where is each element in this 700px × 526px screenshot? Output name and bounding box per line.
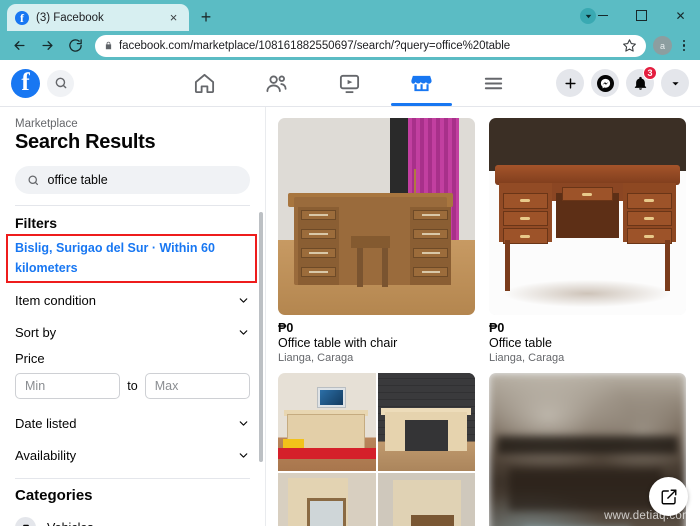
filter-date-listed[interactable]: Date listed bbox=[15, 410, 250, 437]
filter-item-condition-label: Item condition bbox=[15, 293, 96, 308]
create-plus-button[interactable] bbox=[556, 69, 584, 97]
listing-location: Lianga, Caraga bbox=[278, 352, 354, 364]
filter-availability-label: Availability bbox=[15, 448, 77, 463]
marketplace-search-input[interactable]: office table bbox=[15, 166, 250, 194]
filters-heading: Filters bbox=[15, 215, 58, 231]
breadcrumb[interactable]: Marketplace bbox=[15, 118, 250, 130]
nav-tab-home[interactable] bbox=[168, 60, 240, 106]
sidebar-item-vehicles[interactable]: Vehicles bbox=[15, 513, 250, 526]
chevron-down-icon bbox=[237, 294, 250, 307]
listing-image-desk-collage[interactable]: +2 bbox=[278, 373, 475, 526]
bookmark-star-icon[interactable] bbox=[622, 38, 637, 53]
notifications-button[interactable]: 3 bbox=[626, 66, 657, 97]
browser-menu-icon[interactable] bbox=[674, 33, 694, 59]
page-title: Search Results bbox=[15, 131, 156, 153]
location-filter-label: Bislig, Surigao del Sur · Within 60 kilo… bbox=[15, 241, 215, 275]
filter-date-listed-label: Date listed bbox=[15, 416, 77, 431]
compose-icon bbox=[661, 489, 676, 504]
navbar-tabs bbox=[168, 60, 530, 106]
notification-badge: 3 bbox=[643, 66, 657, 80]
nav-tab-friends[interactable] bbox=[240, 60, 312, 106]
search-icon bbox=[28, 175, 39, 185]
browser-window: f (3) Facebook × + ✕ facebook.com/market… bbox=[0, 0, 700, 526]
browser-tab[interactable]: f (3) Facebook × bbox=[7, 4, 189, 31]
tab-title: (3) Facebook bbox=[36, 11, 104, 24]
close-window-button[interactable]: ✕ bbox=[661, 0, 700, 31]
sidebar-divider-2 bbox=[15, 478, 250, 479]
browser-toolbar: facebook.com/marketplace/108161882550697… bbox=[0, 31, 700, 60]
maximize-button[interactable] bbox=[622, 0, 661, 31]
sidebar-divider bbox=[15, 205, 250, 206]
forward-icon[interactable] bbox=[34, 33, 60, 59]
sidebar-scrollbar[interactable] bbox=[259, 212, 263, 462]
listing-title: Office table bbox=[489, 336, 553, 350]
reload-icon[interactable] bbox=[62, 33, 88, 59]
messenger-button[interactable] bbox=[591, 69, 619, 97]
new-tab-button[interactable]: + bbox=[193, 4, 219, 30]
listing-image-mahogany-executive-desk[interactable] bbox=[489, 118, 686, 315]
car-icon bbox=[15, 517, 36, 526]
page-content: Marketplace Search Results office table … bbox=[0, 107, 700, 526]
address-bar[interactable]: facebook.com/marketplace/108161882550697… bbox=[95, 34, 646, 57]
listing-title: Office table with chair bbox=[278, 336, 398, 350]
nav-tab-menu[interactable] bbox=[458, 60, 530, 106]
chevron-down-icon bbox=[237, 326, 250, 339]
location-filter[interactable]: Bislig, Surigao del Sur · Within 60 kilo… bbox=[6, 234, 257, 283]
sidebar-item-vehicles-label: Vehicles bbox=[47, 521, 94, 526]
listing-image-wooden-desk-with-chair[interactable] bbox=[278, 118, 475, 315]
search-results-grid: ₱0 Office table with chair Lianga, Carag… bbox=[266, 107, 700, 526]
chevron-down-icon bbox=[237, 417, 250, 430]
lock-icon bbox=[104, 40, 113, 51]
price-min-input[interactable]: Min bbox=[15, 373, 121, 399]
facebook-favicon-icon: f bbox=[15, 10, 29, 25]
page-viewport: f 3 Marketplace Search Results office ta… bbox=[0, 60, 700, 526]
listing-card[interactable]: ₱0 Office table Lianga, Caraga bbox=[489, 118, 686, 364]
profile-avatar[interactable]: a bbox=[653, 36, 672, 55]
browser-titlebar: f (3) Facebook × + ✕ bbox=[0, 0, 700, 31]
back-icon[interactable] bbox=[6, 33, 32, 59]
close-icon[interactable]: × bbox=[166, 10, 181, 25]
search-value: office table bbox=[47, 173, 108, 187]
url-text: facebook.com/marketplace/108161882550697… bbox=[119, 39, 511, 52]
minimize-button[interactable] bbox=[583, 0, 622, 31]
marketplace-sidebar: Marketplace Search Results office table … bbox=[0, 107, 266, 526]
price-max-input[interactable]: Max bbox=[144, 373, 250, 399]
facebook-navbar: f 3 bbox=[0, 60, 700, 107]
account-menu-button[interactable] bbox=[661, 69, 689, 97]
search-icon[interactable] bbox=[47, 69, 74, 97]
navbar-actions: 3 bbox=[556, 66, 700, 97]
categories-heading: Categories bbox=[15, 487, 93, 504]
messenger-icon bbox=[596, 74, 614, 92]
price-label: Price bbox=[15, 351, 45, 366]
listing-location: Lianga, Caraga bbox=[489, 352, 565, 364]
filter-sort-by-label: Sort by bbox=[15, 325, 57, 340]
chevron-down-icon bbox=[237, 449, 250, 462]
navbar-left: f bbox=[0, 68, 170, 98]
window-controls: ✕ bbox=[583, 0, 700, 31]
price-separator: to bbox=[127, 379, 138, 393]
compose-listing-button[interactable] bbox=[649, 477, 688, 516]
listing-price: ₱0 bbox=[489, 321, 505, 335]
facebook-logo-icon[interactable]: f bbox=[11, 68, 40, 98]
listing-card[interactable]: ₱0 Office table with chair Lianga, Carag… bbox=[278, 118, 475, 364]
price-range-row: Min to Max bbox=[15, 373, 250, 399]
filter-sort-by[interactable]: Sort by bbox=[15, 319, 250, 346]
listing-card[interactable]: +2 bbox=[278, 373, 475, 526]
listing-price: ₱0 bbox=[278, 321, 294, 335]
filter-item-condition[interactable]: Item condition bbox=[15, 287, 250, 314]
nav-tab-marketplace[interactable] bbox=[385, 60, 457, 106]
nav-tab-watch[interactable] bbox=[313, 60, 385, 106]
filter-availability[interactable]: Availability bbox=[15, 442, 250, 469]
